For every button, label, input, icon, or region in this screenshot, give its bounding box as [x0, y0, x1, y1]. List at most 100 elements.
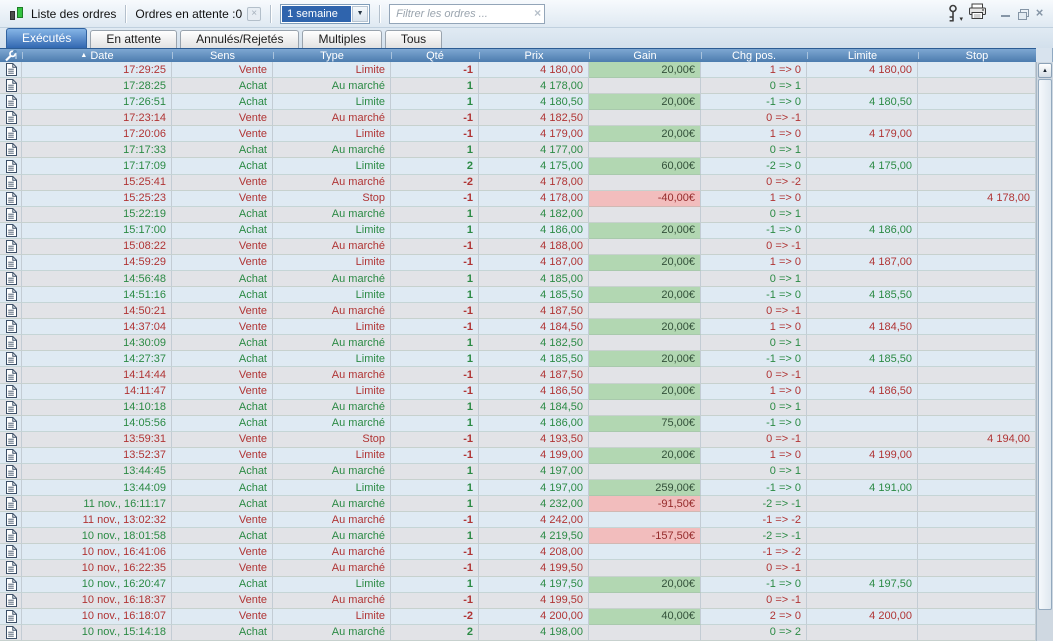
cell-prix: 4 197,00	[479, 480, 589, 496]
cell-row-icon	[0, 335, 22, 351]
table-row[interactable]: 10 nov., 18:01:58AchatAu marché14 219,50…	[0, 528, 1036, 544]
table-row[interactable]: 10 nov., 16:22:35VenteAu marché-14 199,5…	[0, 560, 1036, 576]
column-header-label: Qté	[426, 50, 444, 62]
tab-multiples[interactable]: Multiples	[302, 30, 381, 48]
table-row[interactable]: 13:59:31VenteStop-14 193,500 => -14 194,…	[0, 432, 1036, 448]
table-row[interactable]: 17:26:51AchatLimite14 180,5020,00€-1 => …	[0, 94, 1036, 110]
restore-icon[interactable]	[1016, 7, 1029, 20]
cell-row-icon	[0, 351, 22, 367]
column-header-qte[interactable]: Qté	[391, 49, 479, 62]
table-row[interactable]: 10 nov., 16:18:07VenteLimite-24 200,0040…	[0, 609, 1036, 625]
table-row[interactable]: 11 nov., 13:02:32VenteAu marché-14 242,0…	[0, 512, 1036, 528]
cell-sens: Achat	[172, 496, 273, 512]
cell-type: Au marché	[273, 625, 391, 641]
document-icon	[5, 111, 17, 124]
orders-table-body: 17:29:25VenteLimite-14 180,0020,00€1 => …	[0, 62, 1036, 641]
table-row[interactable]: 17:28:25AchatAu marché14 178,000 => 1	[0, 78, 1036, 94]
table-row[interactable]: 15:25:41VenteAu marché-24 178,000 => -2	[0, 175, 1036, 191]
cell-row-icon	[0, 110, 22, 126]
cell-limite	[807, 593, 918, 609]
vertical-scrollbar[interactable]: ▲	[1036, 62, 1053, 641]
table-row[interactable]: 15:08:22VenteAu marché-14 188,000 => -1	[0, 239, 1036, 255]
table-row[interactable]: 17:20:06VenteLimite-14 179,0020,00€1 => …	[0, 126, 1036, 142]
cell-stop	[918, 126, 1036, 142]
scrollbar-thumb[interactable]	[1038, 79, 1052, 610]
period-dropdown[interactable]: 1 semaine ▼	[280, 4, 370, 24]
table-row[interactable]: 14:05:56AchatAu marché14 186,0075,00€-1 …	[0, 416, 1036, 432]
table-row[interactable]: 15:25:23VenteStop-14 178,00-40,00€1 => 0…	[0, 191, 1036, 207]
column-header-chg-pos[interactable]: Chg pos.	[701, 49, 807, 62]
cell-stop	[918, 207, 1036, 223]
tab-en-attente[interactable]: En attente	[90, 30, 177, 48]
tab-annules-rejetes[interactable]: Annulés/Rejetés	[180, 30, 299, 48]
minimize-icon[interactable]	[999, 7, 1012, 20]
cell-sens: Vente	[172, 62, 273, 78]
table-row[interactable]: 10 nov., 16:18:37VenteAu marché-14 199,5…	[0, 593, 1036, 609]
clear-pending-icon[interactable]: ×	[247, 7, 261, 21]
column-header-label: Prix	[525, 50, 544, 62]
table-row[interactable]: 10 nov., 16:41:06VenteAu marché-14 208,0…	[0, 544, 1036, 560]
cell-sens: Achat	[172, 158, 273, 174]
cell-row-icon	[0, 142, 22, 158]
table-row[interactable]: 13:44:09AchatLimite14 197,00259,00€-1 =>…	[0, 480, 1036, 496]
column-header-stop[interactable]: Stop	[918, 49, 1036, 62]
cell-limite	[807, 512, 918, 528]
cell-qte: 1	[391, 94, 479, 110]
table-row[interactable]: 15:22:19AchatAu marché14 182,000 => 1	[0, 207, 1036, 223]
cell-qte: 1	[391, 207, 479, 223]
cell-row-icon	[0, 191, 22, 207]
cell-limite	[807, 367, 918, 383]
cell-stop: 4 194,00	[918, 432, 1036, 448]
table-settings-button[interactable]	[0, 49, 22, 62]
table-row[interactable]: 15:17:00AchatLimite14 186,0020,00€-1 => …	[0, 223, 1036, 239]
column-header-limite[interactable]: Limite	[807, 49, 918, 62]
table-row[interactable]: 14:27:37AchatLimite14 185,5020,00€-1 => …	[0, 351, 1036, 367]
cell-date: 13:59:31	[22, 432, 172, 448]
table-row[interactable]: 10 nov., 16:20:47AchatLimite14 197,5020,…	[0, 577, 1036, 593]
column-header-type[interactable]: Type	[273, 49, 391, 62]
document-icon	[5, 529, 17, 542]
table-row[interactable]: 14:59:29VenteLimite-14 187,0020,00€1 => …	[0, 255, 1036, 271]
column-header-sens[interactable]: Sens	[172, 49, 273, 62]
cell-chg: 0 => -1	[701, 239, 807, 255]
tab-tous[interactable]: Tous	[385, 30, 442, 48]
table-row[interactable]: 17:29:25VenteLimite-14 180,0020,00€1 => …	[0, 62, 1036, 78]
table-row[interactable]: 17:17:33AchatAu marché14 177,000 => 1	[0, 142, 1036, 158]
column-header-date[interactable]: ▲Date	[22, 49, 172, 62]
table-row[interactable]: 17:23:14VenteAu marché-14 182,500 => -1	[0, 110, 1036, 126]
cell-gain: 20,00€	[589, 319, 701, 335]
table-row[interactable]: 11 nov., 16:11:17AchatAu marché14 232,00…	[0, 496, 1036, 512]
table-row[interactable]: 14:51:16AchatLimite14 185,5020,00€-1 => …	[0, 287, 1036, 303]
cell-sens: Vente	[172, 255, 273, 271]
tab-executes[interactable]: Exécutés	[6, 28, 87, 48]
column-header-gain[interactable]: Gain	[589, 49, 701, 62]
filter-input[interactable]	[389, 4, 545, 24]
cell-sens: Achat	[172, 416, 273, 432]
cell-type: Au marché	[273, 367, 391, 383]
printer-icon[interactable]	[968, 3, 987, 25]
cell-prix: 4 187,50	[479, 367, 589, 383]
table-row[interactable]: 14:37:04VenteLimite-14 184,5020,00€1 => …	[0, 319, 1036, 335]
table-row[interactable]: 14:50:21VenteAu marché-14 187,500 => -1	[0, 303, 1036, 319]
cell-prix: 4 187,50	[479, 303, 589, 319]
close-icon[interactable]: ×	[1033, 7, 1046, 20]
table-row[interactable]: 17:17:09AchatLimite24 175,0060,00€-2 => …	[0, 158, 1036, 174]
table-row[interactable]: 14:14:44VenteAu marché-14 187,500 => -1	[0, 367, 1036, 383]
table-row[interactable]: 13:44:45AchatAu marché14 197,000 => 1	[0, 464, 1036, 480]
column-header-prix[interactable]: Prix	[479, 49, 589, 62]
table-row[interactable]: 14:10:18AchatAu marché14 184,500 => 1	[0, 400, 1036, 416]
clear-filter-icon[interactable]: ×	[534, 6, 541, 20]
cell-prix: 4 182,00	[479, 207, 589, 223]
cell-row-icon	[0, 303, 22, 319]
table-row[interactable]: 10 nov., 15:14:18AchatAu marché24 198,00…	[0, 625, 1036, 641]
chevron-down-icon[interactable]: ▼	[352, 6, 368, 22]
cell-stop	[918, 303, 1036, 319]
scroll-up-button[interactable]: ▲	[1038, 63, 1052, 78]
table-row[interactable]: 14:30:09AchatAu marché14 182,500 => 1	[0, 335, 1036, 351]
cell-gain	[589, 432, 701, 448]
key-icon[interactable]: ▾	[947, 4, 963, 24]
table-row[interactable]: 13:52:37VenteLimite-14 199,0020,00€1 => …	[0, 448, 1036, 464]
table-row[interactable]: 14:56:48AchatAu marché14 185,000 => 1	[0, 271, 1036, 287]
table-row[interactable]: 14:11:47VenteLimite-14 186,5020,00€1 => …	[0, 384, 1036, 400]
cell-row-icon	[0, 367, 22, 383]
